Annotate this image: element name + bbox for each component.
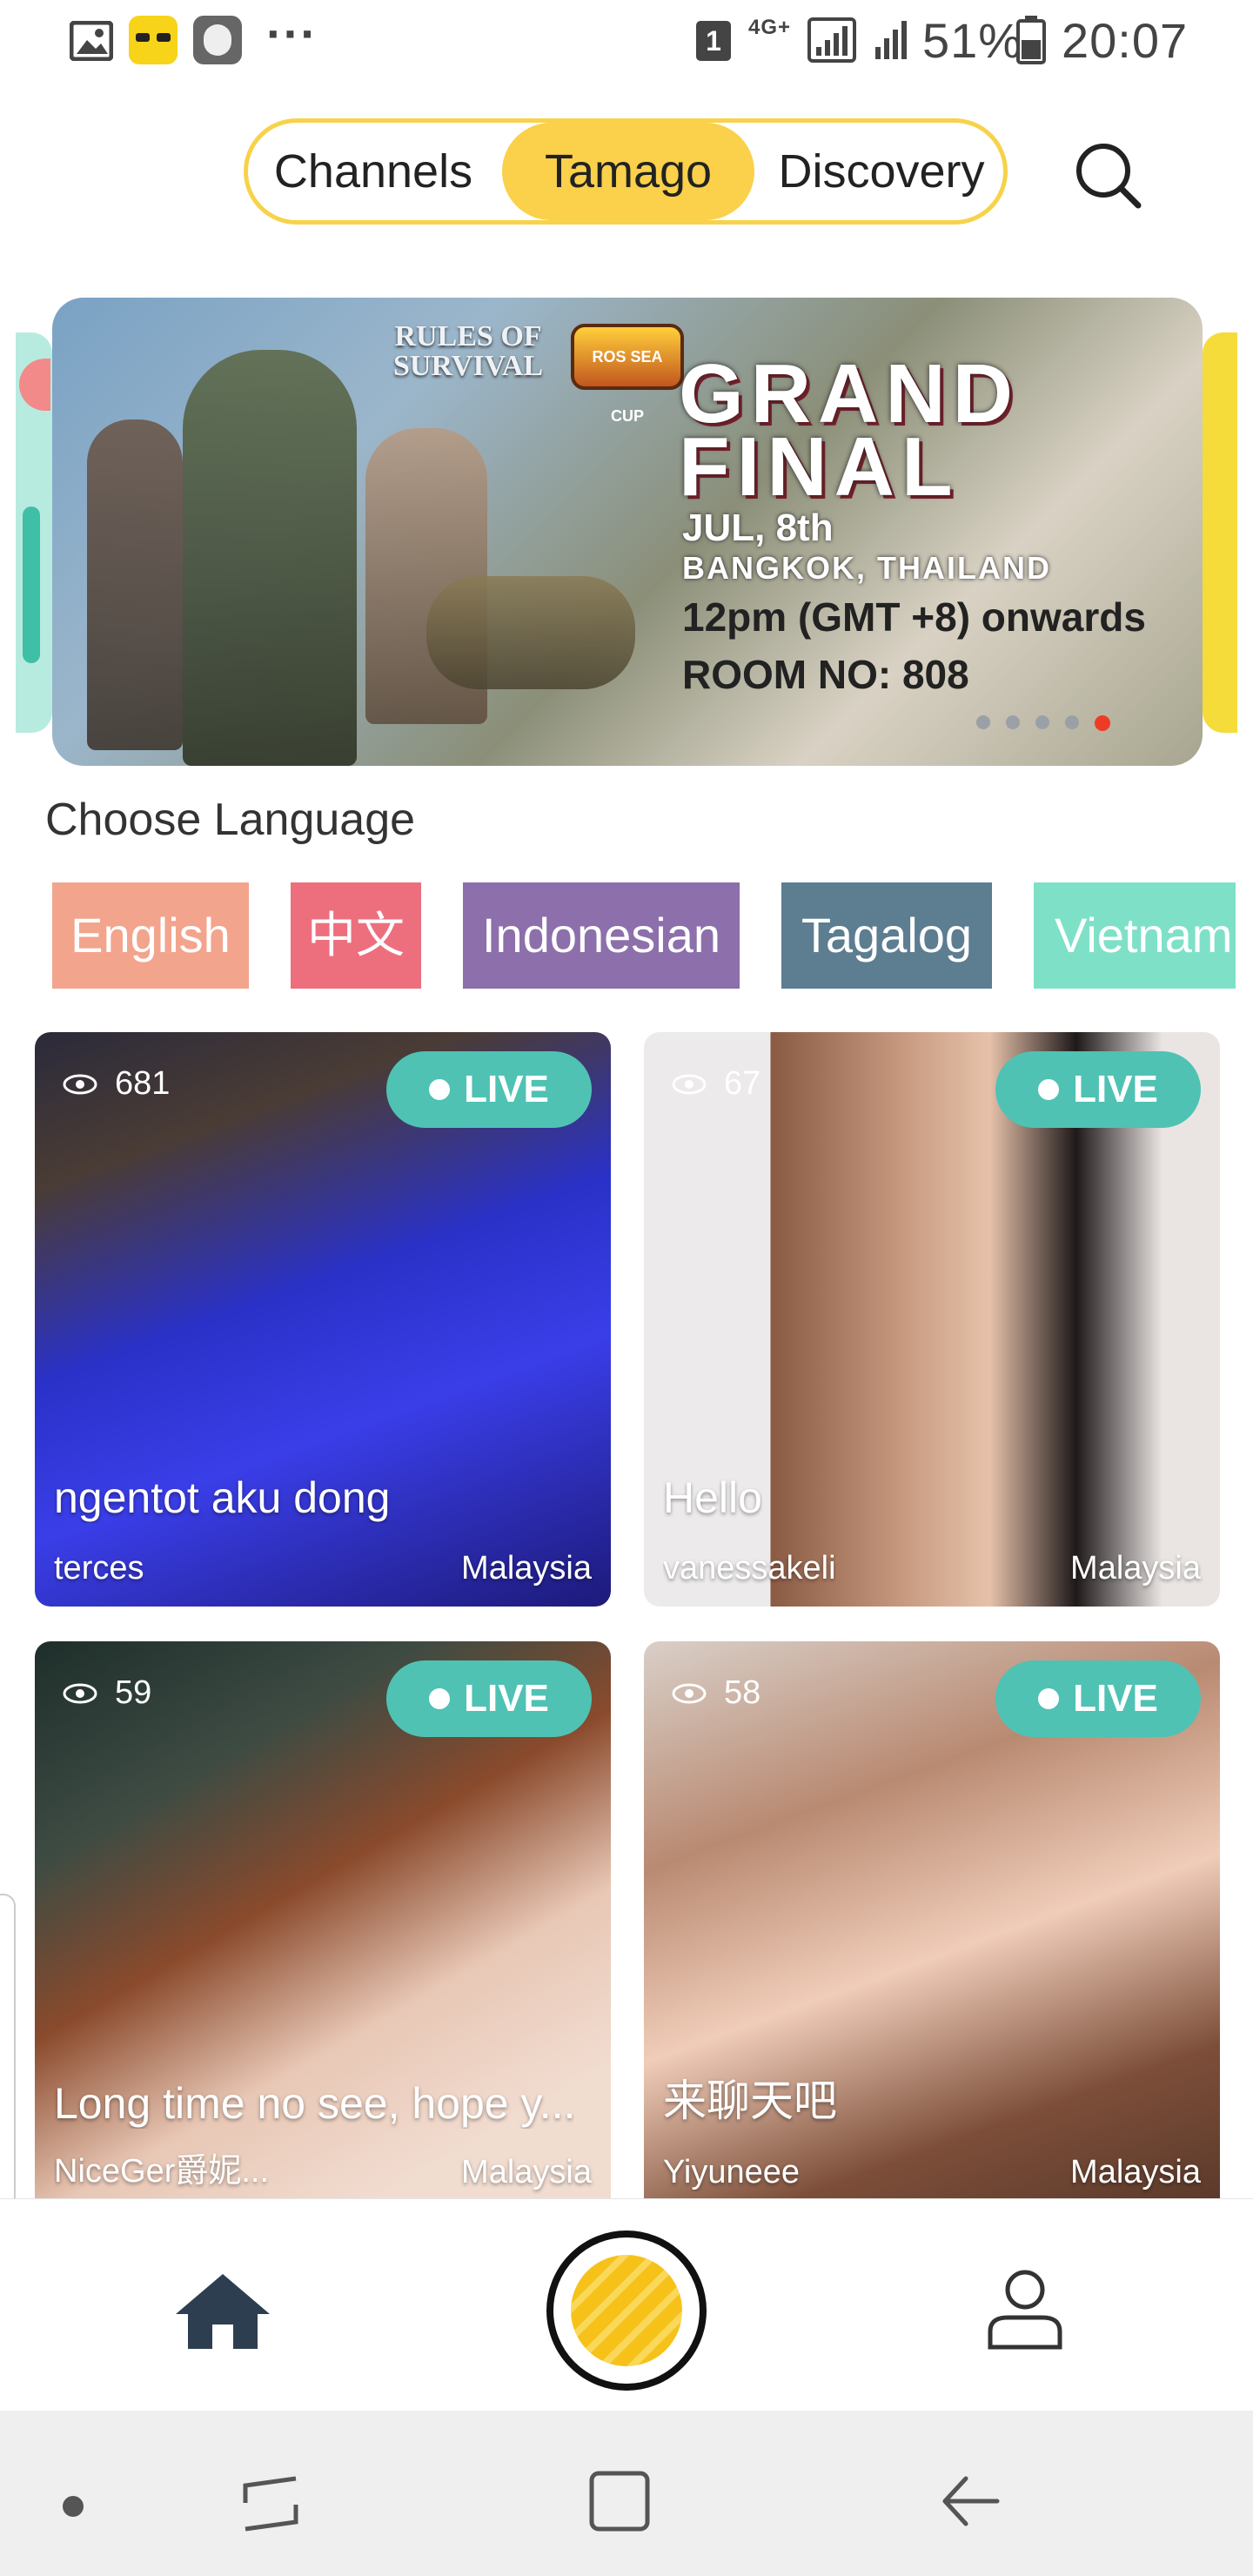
banner-room: ROOM NO: 808 — [682, 652, 969, 697]
page-dot[interactable] — [976, 715, 990, 729]
language-chip-vietnamese[interactable]: Vietnam — [1034, 882, 1236, 989]
live-dot-icon — [429, 1079, 451, 1100]
character-figure — [87, 419, 183, 750]
bottom-navigation — [0, 2198, 1253, 2411]
stream-title: Hello — [663, 1473, 762, 1522]
stream-title: ngentot aku dong — [54, 1473, 391, 1522]
live-badge: LIVE — [386, 1660, 592, 1737]
battery-percent: 51% — [922, 13, 1023, 68]
view-count-text: 58 — [724, 1674, 761, 1711]
banner-prev-peek[interactable] — [16, 332, 52, 733]
view-count: 67 — [672, 1065, 761, 1103]
home-icon[interactable] — [172, 2271, 273, 2351]
search-icon[interactable] — [1072, 139, 1145, 212]
view-count: 58 — [672, 1674, 761, 1712]
language-chip-tagalog[interactable]: Tagalog — [781, 882, 992, 989]
eye-icon — [63, 1074, 97, 1094]
bot-icon — [193, 16, 242, 64]
signal-icon-2 — [875, 21, 907, 59]
page-dot[interactable] — [1006, 715, 1020, 729]
top-tabs: Channels Tamago Discovery — [244, 118, 1008, 225]
live-dot-icon — [429, 1688, 451, 1709]
status-bar: ··· 1 4G+ 51% 20:07 — [0, 0, 1253, 84]
page-dot[interactable] — [1065, 715, 1079, 729]
character-figure — [426, 576, 635, 689]
gallery-icon — [70, 21, 113, 61]
sim-icon: 1 — [696, 21, 731, 61]
network-type: 4G+ — [748, 16, 792, 39]
game-logo: RULES OF SURVIVAL — [392, 320, 543, 382]
language-chip-chinese[interactable]: 中文 — [291, 882, 421, 989]
clock: 20:07 — [1062, 13, 1189, 68]
live-label: LIVE — [1073, 1068, 1158, 1110]
tab-tamago[interactable]: Tamago — [502, 123, 754, 220]
stream-title: Long time no see, hope y... — [54, 2079, 576, 2128]
battery-icon — [1016, 16, 1046, 64]
stream-card[interactable]: 67 LIVE Hello vanessakeli Malaysia — [644, 1032, 1220, 1607]
system-navigation-bar — [0, 2411, 1253, 2576]
view-count-text: 681 — [115, 1065, 171, 1102]
view-count: 59 — [63, 1674, 151, 1712]
stream-country: Malaysia — [461, 1550, 592, 1587]
eye-icon — [672, 1074, 707, 1094]
banner-pagination — [976, 715, 1110, 731]
view-count-text: 67 — [724, 1065, 761, 1102]
dot-icon[interactable] — [63, 2496, 84, 2517]
language-chip-english[interactable]: English — [52, 882, 249, 989]
live-dot-icon — [1038, 1688, 1060, 1709]
live-dot-icon — [1038, 1079, 1060, 1100]
profile-icon[interactable] — [985, 2267, 1065, 2351]
stream-title: 来聊天吧 — [663, 2076, 837, 2125]
character-figure — [183, 350, 357, 766]
live-label: LIVE — [464, 1068, 549, 1110]
tab-discovery[interactable]: Discovery — [760, 123, 1003, 220]
eye-icon — [63, 1683, 97, 1703]
event-banner[interactable]: RULES OF SURVIVAL ROS SEA CUP GRAND FINA… — [52, 298, 1203, 766]
live-label: LIVE — [464, 1677, 549, 1720]
stream-country: Malaysia — [1070, 2154, 1201, 2190]
tamago-app-icon — [129, 16, 178, 64]
view-count-text: 59 — [115, 1674, 152, 1711]
stream-username: vanessakeli — [663, 1550, 836, 1587]
language-chip-indonesian[interactable]: Indonesian — [463, 882, 740, 989]
banner-date: JUL, 8th — [682, 506, 834, 549]
page-dot[interactable] — [1035, 715, 1049, 729]
signal-icon — [807, 17, 856, 63]
home-square-icon[interactable] — [588, 2470, 651, 2532]
live-badge: LIVE — [995, 1051, 1201, 1128]
stream-card[interactable]: 58 LIVE 来聊天吧 Yiyuneee Malaysia — [644, 1641, 1220, 2198]
view-count: 681 — [63, 1065, 170, 1103]
banner-location: BANGKOK, THAILAND — [682, 550, 1051, 586]
more-notifications: ··· — [266, 6, 318, 61]
banner-headline-2: FINAL — [679, 420, 960, 513]
recents-icon[interactable] — [240, 2473, 301, 2534]
stream-card[interactable]: 59 LIVE Long time no see, hope y... Nice… — [35, 1641, 611, 2198]
stream-country: Malaysia — [1070, 1550, 1201, 1587]
stream-username: NiceGer爵妮... — [54, 2153, 270, 2190]
stream-country: Malaysia — [461, 2154, 592, 2190]
tamago-center-icon — [571, 2255, 682, 2366]
tab-channels[interactable]: Channels — [253, 123, 493, 220]
live-label: LIVE — [1073, 1677, 1158, 1720]
live-badge: LIVE — [995, 1660, 1201, 1737]
banner-time: 12pm (GMT +8) onwards — [682, 594, 1146, 640]
stream-username: Yiyuneee — [663, 2154, 801, 2190]
event-badge: ROS SEA CUP — [571, 324, 684, 425]
banner-next-peek[interactable] — [1203, 332, 1237, 733]
tamago-center-button[interactable] — [546, 2231, 707, 2391]
section-title: Choose Language — [45, 795, 416, 845]
eye-icon — [672, 1683, 707, 1703]
back-icon[interactable] — [940, 2473, 1001, 2529]
page-dot-active[interactable] — [1095, 715, 1110, 731]
stream-username: terces — [54, 1550, 144, 1587]
live-badge: LIVE — [386, 1051, 592, 1128]
stream-card[interactable]: 681 LIVE ngentot aku dong terces Malaysi… — [35, 1032, 611, 1607]
